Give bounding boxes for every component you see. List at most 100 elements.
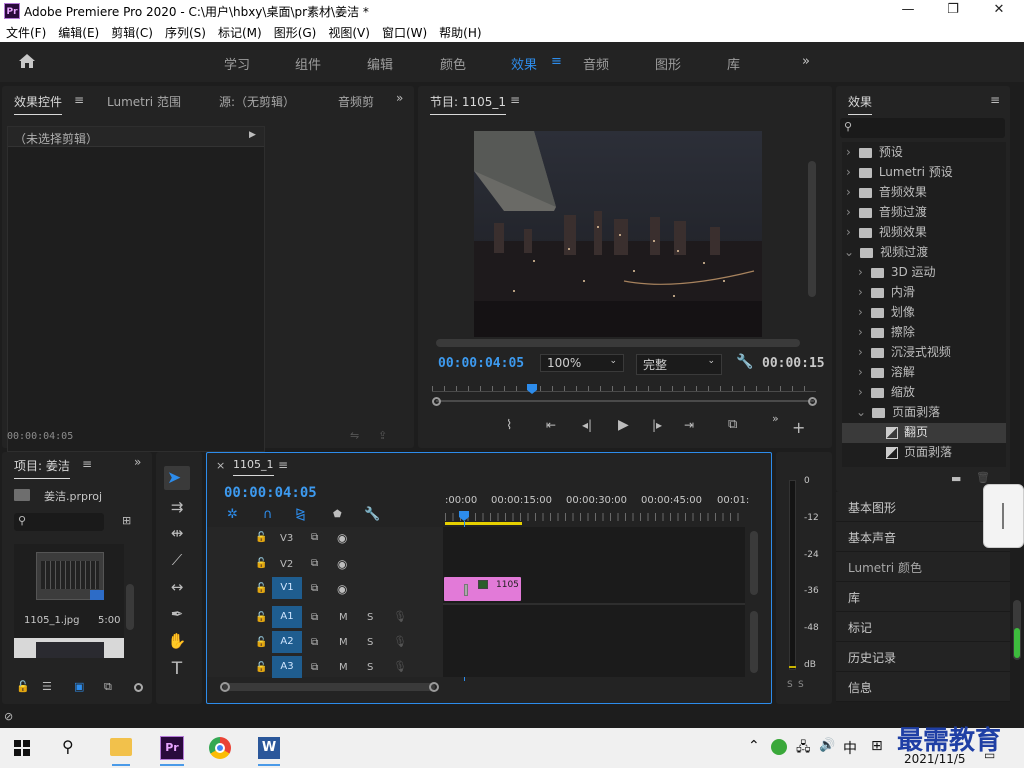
panel-info[interactable]: 信息: [836, 672, 1010, 702]
track-target-a1[interactable]: A1: [272, 606, 302, 628]
close-button[interactable]: ✕: [989, 2, 1009, 17]
chevron-up-icon[interactable]: ⌃: [748, 738, 760, 754]
solo-left-button[interactable]: S: [787, 680, 793, 690]
scroll-handle-right[interactable]: [429, 682, 439, 692]
more-buttons-icon[interactable]: »: [772, 412, 779, 425]
volume-icon[interactable]: 🔊: [819, 738, 835, 753]
more-tabs-icon[interactable]: »: [134, 455, 141, 469]
add-marker-icon[interactable]: ⬟: [333, 509, 342, 520]
go-to-out-icon[interactable]: ⇥: [684, 418, 694, 432]
sync-lock-icon[interactable]: ⧉: [311, 558, 318, 569]
hand-icon[interactable]: ✋: [165, 632, 189, 654]
windows-start-icon[interactable]: [14, 740, 30, 759]
mute-button[interactable]: M: [339, 612, 348, 623]
effects-folder-lumetri-presets[interactable]: › Lumetri 预设: [842, 163, 1006, 183]
minimize-button[interactable]: —: [898, 2, 918, 17]
slip-icon[interactable]: ↔: [165, 578, 189, 600]
more-tabs-icon[interactable]: »: [396, 91, 403, 105]
program-menu-icon[interactable]: ≡: [510, 93, 520, 107]
menu-view[interactable]: 视图(V): [328, 24, 370, 41]
track-target-a3[interactable]: A3: [272, 656, 302, 678]
step-back-icon[interactable]: ◂|: [582, 418, 592, 432]
program-time-ruler[interactable]: [432, 386, 816, 392]
monitor-vertical-scrollbar[interactable]: [808, 161, 816, 297]
new-bin-icon[interactable]: ⊞: [122, 514, 131, 527]
ime-indicator[interactable]: 中: [843, 738, 857, 758]
program-zoom-bar[interactable]: [436, 400, 814, 402]
network-icon[interactable]: 🖧: [796, 738, 811, 760]
tab-audio-clip-mixer[interactable]: 音频剪: [338, 93, 376, 110]
timeline-horizontal-scrollbar[interactable]: [223, 683, 435, 691]
effects-folder-audio-transitions[interactable]: › 音频过渡: [842, 203, 1006, 223]
lock-icon[interactable]: 🔓: [255, 583, 267, 594]
effects-subfolder[interactable]: › 擦除: [842, 323, 1006, 343]
video-preview[interactable]: [474, 131, 762, 337]
menu-marker[interactable]: 标记(M): [218, 24, 262, 41]
mute-button[interactable]: M: [339, 637, 348, 648]
sync-lock-icon[interactable]: ⧉: [311, 532, 318, 543]
track-label-v3[interactable]: V3: [280, 533, 293, 544]
sync-lock-icon[interactable]: ⧉: [311, 662, 318, 673]
mute-button[interactable]: M: [339, 662, 348, 673]
timeline-clip[interactable]: 1105: [444, 577, 521, 601]
project-title[interactable]: 项目: 姜洁: [14, 457, 70, 479]
eye-icon[interactable]: ◉: [337, 582, 347, 596]
panel-markers[interactable]: 标记: [836, 612, 1010, 642]
workspace-graphics[interactable]: 图形: [655, 54, 681, 73]
ripple-edit-icon[interactable]: ⇹: [165, 524, 189, 546]
project-search-input[interactable]: ⚲: [14, 513, 104, 531]
thumbnail-size-slider[interactable]: [134, 683, 143, 692]
chrome-icon[interactable]: [209, 737, 231, 759]
solo-button[interactable]: S: [367, 662, 373, 673]
menu-help[interactable]: 帮助(H): [439, 24, 481, 41]
eye-icon[interactable]: ◉: [337, 531, 347, 545]
new-bin-icon[interactable]: ▬: [951, 472, 961, 485]
icon-view-icon[interactable]: ▣: [74, 680, 84, 693]
pen-icon[interactable]: ✒: [165, 605, 189, 627]
effects-subfolder[interactable]: › 内滑: [842, 283, 1006, 303]
premiere-taskbar-icon[interactable]: Pr: [160, 736, 184, 760]
trash-icon[interactable]: 🗑: [976, 471, 990, 484]
quality-dropdown[interactable]: 完整 ⌄: [636, 354, 722, 375]
solo-button[interactable]: S: [367, 612, 373, 623]
panel-libraries[interactable]: 库: [836, 582, 1010, 612]
insert-overwrite-icon[interactable]: ✲: [227, 507, 238, 522]
lock-icon[interactable]: 🔓: [16, 680, 30, 693]
effects-subfolder[interactable]: › 溶解: [842, 363, 1006, 383]
right-panel-scrollbar[interactable]: [1013, 600, 1021, 660]
effects-folder-video-transitions[interactable]: ⌄ 视频过渡: [842, 243, 1006, 263]
track-target-a2[interactable]: A2: [272, 631, 302, 653]
lock-icon[interactable]: 🔓: [255, 637, 267, 648]
workspace-audio[interactable]: 音频: [583, 54, 609, 73]
word-icon[interactable]: W: [258, 737, 280, 759]
panel-menu-icon[interactable]: ≡: [74, 93, 84, 107]
program-timecode[interactable]: 00:00:04:05: [438, 356, 524, 371]
tray-app-icon[interactable]: [771, 739, 787, 755]
workspace-assembly[interactable]: 组件: [295, 54, 321, 73]
audio-output-icon[interactable]: ⇋: [350, 429, 359, 442]
project-scrollbar[interactable]: [126, 584, 134, 630]
floating-overlay-widget[interactable]: [983, 484, 1024, 548]
work-area-bar[interactable]: [445, 522, 522, 525]
lock-icon[interactable]: 🔓: [255, 662, 267, 673]
sync-lock-icon[interactable]: ⧉: [311, 637, 318, 648]
menu-file[interactable]: 文件(F): [6, 24, 46, 41]
panel-history[interactable]: 历史记录: [836, 642, 1010, 672]
sync-lock-icon[interactable]: ⧉: [311, 583, 318, 594]
workspace-menu-icon[interactable]: ≡: [551, 54, 562, 69]
track-label-v2[interactable]: V2: [280, 559, 293, 570]
audio-tracks-scrollbar[interactable]: [750, 611, 758, 673]
export-frame-icon[interactable]: ⇪: [378, 429, 387, 442]
workspace-learn[interactable]: 学习: [224, 54, 250, 73]
workspace-libraries[interactable]: 库: [727, 54, 740, 73]
menu-clip[interactable]: 剪辑(C): [111, 24, 153, 41]
mic-icon[interactable]: 🎙: [393, 610, 407, 623]
effects-subfolder[interactable]: › 缩放: [842, 383, 1006, 403]
step-forward-icon[interactable]: |▸: [652, 418, 662, 432]
timeline-settings-icon[interactable]: 🔧: [364, 507, 380, 522]
mark-in-icon[interactable]: ⌇: [506, 418, 512, 433]
audio-track-area[interactable]: [443, 605, 745, 677]
zoom-handle-right[interactable]: [808, 397, 817, 406]
list-view-icon[interactable]: ☰: [42, 680, 52, 693]
sequence-tab[interactable]: 1105_1: [233, 458, 274, 476]
